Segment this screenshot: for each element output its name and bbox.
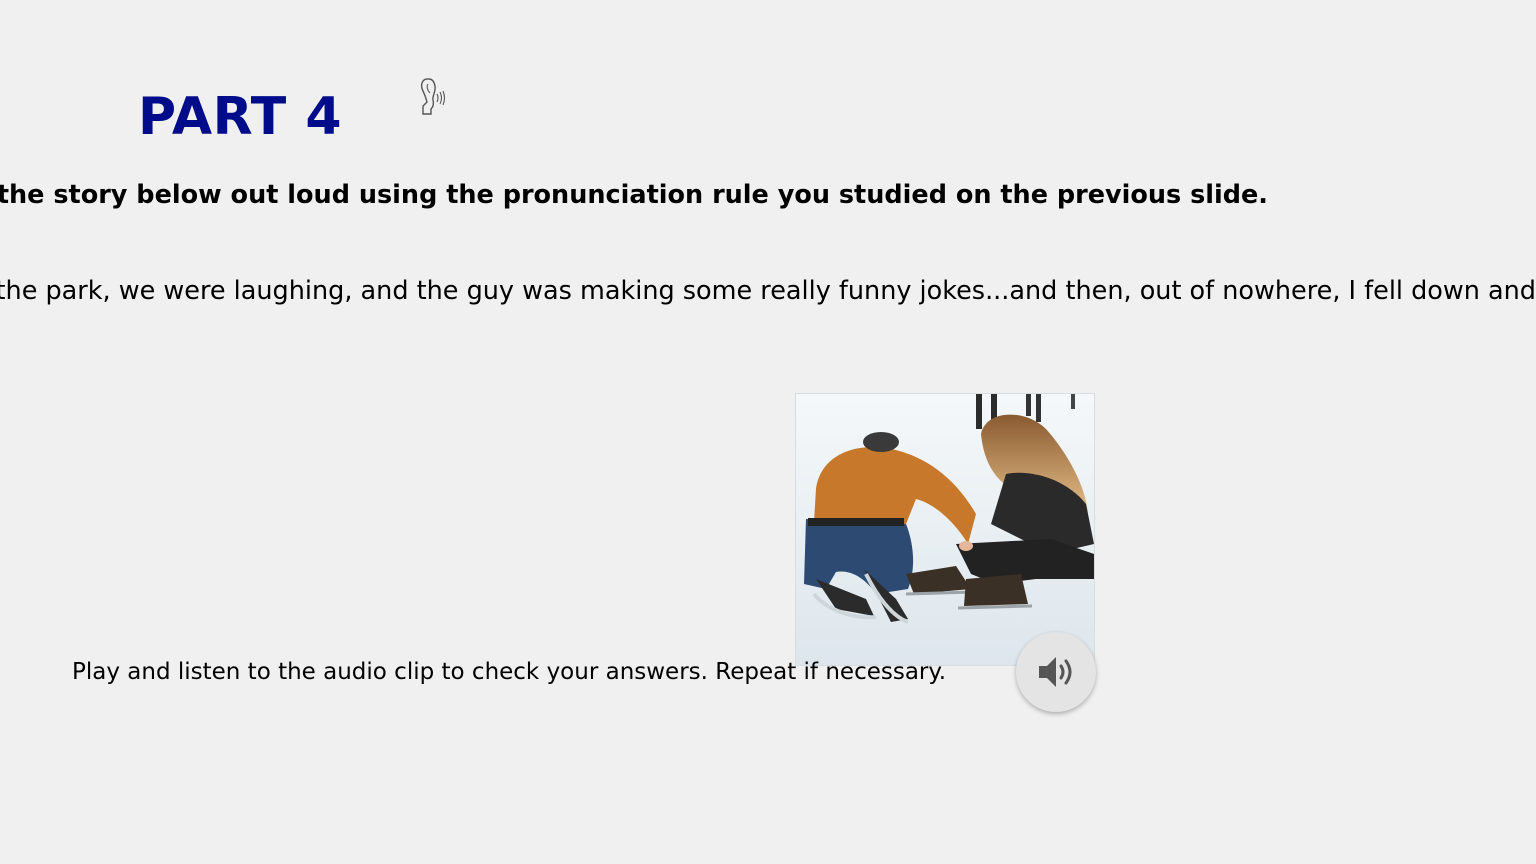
play-audio-button[interactable] bbox=[1016, 632, 1096, 712]
ice-skating-photo bbox=[795, 393, 1095, 666]
slide: PART 4 Read the story below out loud usi… bbox=[0, 0, 1536, 864]
speaker-volume-icon bbox=[1039, 657, 1072, 687]
instruction-text: Read the story below out loud using the … bbox=[0, 180, 1268, 210]
story-text: We were skating at the park, we were lau… bbox=[0, 276, 1536, 306]
audio-instruction-text: Play and listen to the audio clip to che… bbox=[72, 659, 947, 685]
ear-listening-icon bbox=[416, 76, 446, 116]
slide-title: PART 4 bbox=[138, 87, 343, 147]
